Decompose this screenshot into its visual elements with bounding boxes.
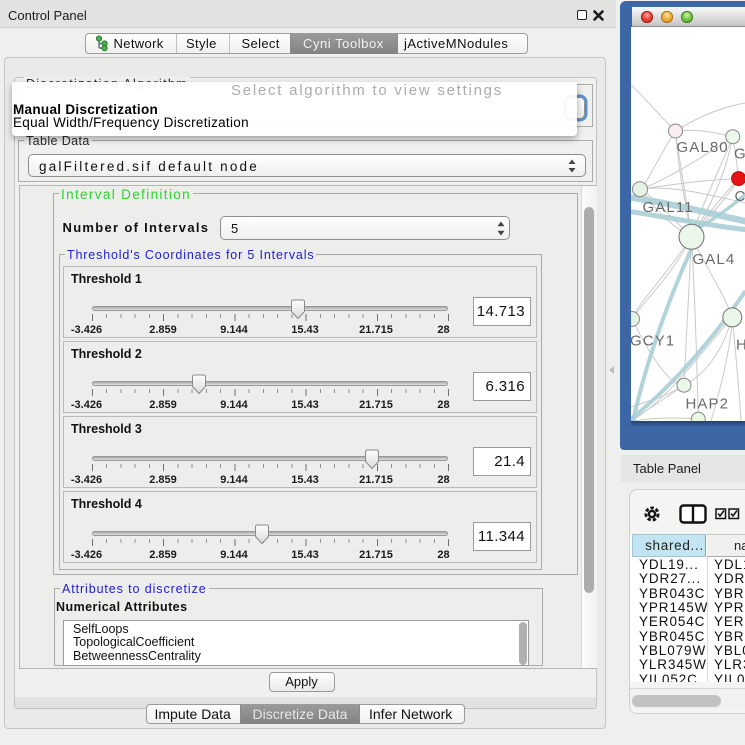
svg-text:GAL11: GAL11 bbox=[642, 199, 693, 216]
svg-text:GCY1: GCY1 bbox=[631, 333, 675, 350]
svg-text:GAL4: GAL4 bbox=[692, 251, 735, 268]
svg-text:HAP2: HAP2 bbox=[685, 396, 729, 413]
svg-text:GA: GA bbox=[734, 146, 745, 163]
svg-text:C: C bbox=[734, 188, 745, 205]
svg-text:GAL80: GAL80 bbox=[676, 139, 728, 156]
svg-text:H: H bbox=[736, 337, 745, 354]
